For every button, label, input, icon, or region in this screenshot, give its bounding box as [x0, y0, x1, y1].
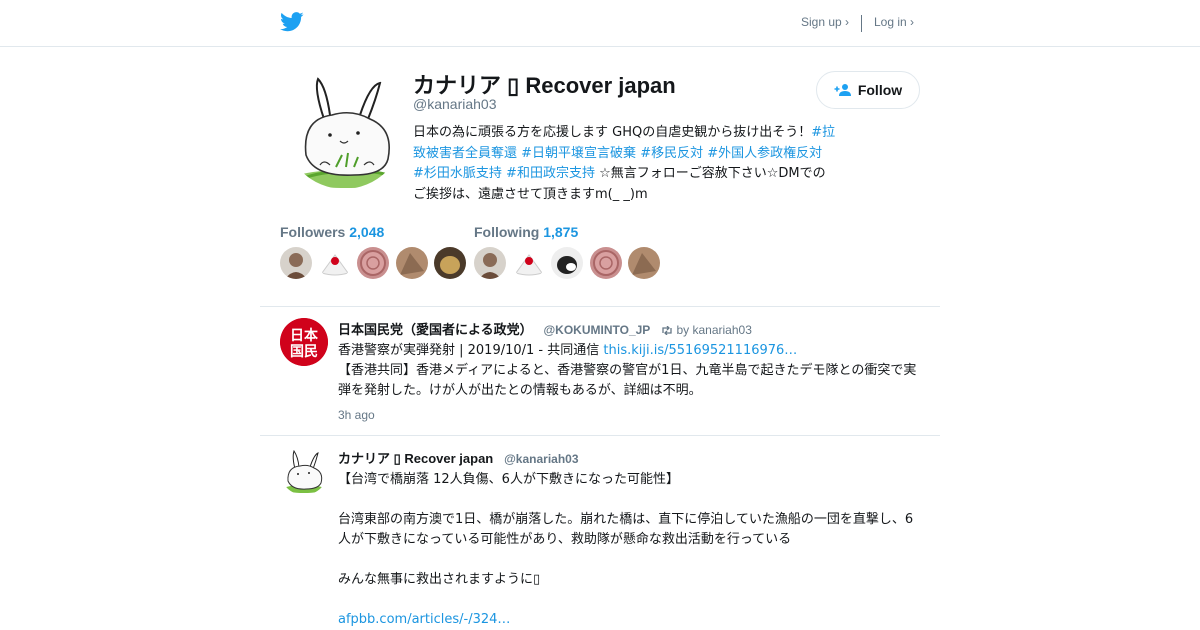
tweet-text: 香港警察が実弾発射 | 2019/10/1 - 共同通信 this.kiji.i… [338, 341, 923, 401]
following-avatar[interactable] [513, 247, 545, 279]
tweet-header: カナリア ▯ Recover japan @kanariah03 [338, 448, 579, 467]
tweet-paragraph: みんな無事に救出されますように▯ [338, 572, 541, 587]
tweet-author-name[interactable]: 日本国民党（愛国者による政党） [338, 322, 533, 337]
follower-avatar[interactable] [280, 247, 312, 279]
followers-stat[interactable]: Followers 2,048 [280, 224, 384, 240]
following-count: 1,875 [543, 224, 579, 240]
followers-count: 2,048 [349, 224, 385, 240]
nav-divider [861, 15, 862, 32]
hashtag-link[interactable]: #外国人参政権反対 [707, 146, 822, 161]
following-label: Following [474, 224, 540, 240]
tweet-text-body: 【香港共同】香港メディアによると、香港警察の警官が1日、九竜半島で起きたデモ隊と… [338, 363, 917, 398]
tweet-timestamp[interactable]: 3h ago [338, 408, 375, 422]
retweet-indicator: by kanariah03 [661, 323, 752, 337]
follow-person-icon [834, 84, 851, 96]
bio-text: 日本の為に頑張る方を応援します [413, 125, 609, 140]
tweet-paragraph: 【台湾で橋崩落 12人負傷、6人が下敷きになった可能性】 [338, 472, 679, 487]
divider [260, 306, 940, 307]
hashtag-link[interactable]: #日朝平壌宣言破棄 [521, 146, 636, 161]
tweet-link[interactable]: afpbb.com/articles/-/324… [338, 610, 923, 630]
profile-bio: 日本の為に頑張る方を応援します GHQの自虐史観から抜け出そう！#拉致被害者全員… [413, 123, 837, 205]
kokuminto-logo-icon: 日本 国民 [280, 318, 328, 366]
following-avatar[interactable] [628, 247, 660, 279]
tweet-text: 【台湾で橋崩落 12人負傷、6人が下敷きになった可能性】 台湾東部の南方澳で1日… [338, 470, 923, 630]
divider [260, 435, 940, 436]
follower-avatar[interactable] [319, 247, 351, 279]
following-stat[interactable]: Following 1,875 [474, 224, 578, 240]
hashtag-link[interactable]: #和田政宗支持 [506, 166, 595, 181]
screen-name: @kanariah03 [413, 96, 497, 112]
tweet-author-name[interactable]: カナリア ▯ Recover japan [338, 451, 493, 466]
tweet-link[interactable]: this.kiji.is/55169521116976… [603, 343, 797, 358]
tweet-paragraph: 台湾東部の南方澳で1日、橋が崩落した。崩れた橋は、直下に停泊していた漁船の一団を… [338, 512, 914, 547]
following-avatar[interactable] [551, 247, 583, 279]
following-avatar[interactable] [474, 247, 506, 279]
follow-button[interactable]: Follow [816, 71, 920, 109]
rabbit-avatar-icon [294, 77, 398, 188]
tweet-header: 日本国民党（愛国者による政党） @KOKUMINTO_JP by kanaria… [338, 319, 752, 338]
logo-text-bottom: 国民 [290, 344, 318, 360]
bio-text: GHQの自虐史観から抜け出そう！ [608, 125, 812, 140]
sign-up-link[interactable]: Sign up › [801, 15, 849, 29]
profile-avatar[interactable] [284, 69, 404, 189]
hashtag-link[interactable]: #移民反対 [640, 146, 703, 161]
hashtag-link[interactable]: #杉田水脈支持 [413, 166, 502, 181]
follower-avatar[interactable] [357, 247, 389, 279]
follower-avatar[interactable] [396, 247, 428, 279]
following-avatar[interactable] [590, 247, 622, 279]
twitter-bird-icon[interactable] [280, 11, 304, 33]
top-bar: Sign up › Log in › [0, 0, 1200, 47]
retweet-by-label: by kanariah03 [676, 323, 752, 337]
follow-label: Follow [857, 82, 903, 98]
log-in-link[interactable]: Log in › [874, 15, 914, 29]
profile-container: カナリア ▯ Recover japan @kanariah03 Follow … [260, 47, 940, 630]
retweet-icon [662, 325, 672, 336]
followers-label: Followers [280, 224, 346, 240]
tweet-avatar[interactable]: 日本 国民 [280, 318, 328, 366]
tweet-avatar[interactable] [280, 447, 328, 495]
follower-avatar[interactable] [434, 247, 466, 279]
tweet-author-handle[interactable]: @kanariah03 [504, 452, 578, 466]
rabbit-avatar-icon [284, 449, 324, 493]
tweet-text-line: 香港警察が実弾発射 | 2019/10/1 - 共同通信 [338, 343, 604, 358]
logo-text-top: 日本 [290, 327, 319, 344]
tweet-author-handle[interactable]: @KOKUMINTO_JP [543, 323, 650, 337]
